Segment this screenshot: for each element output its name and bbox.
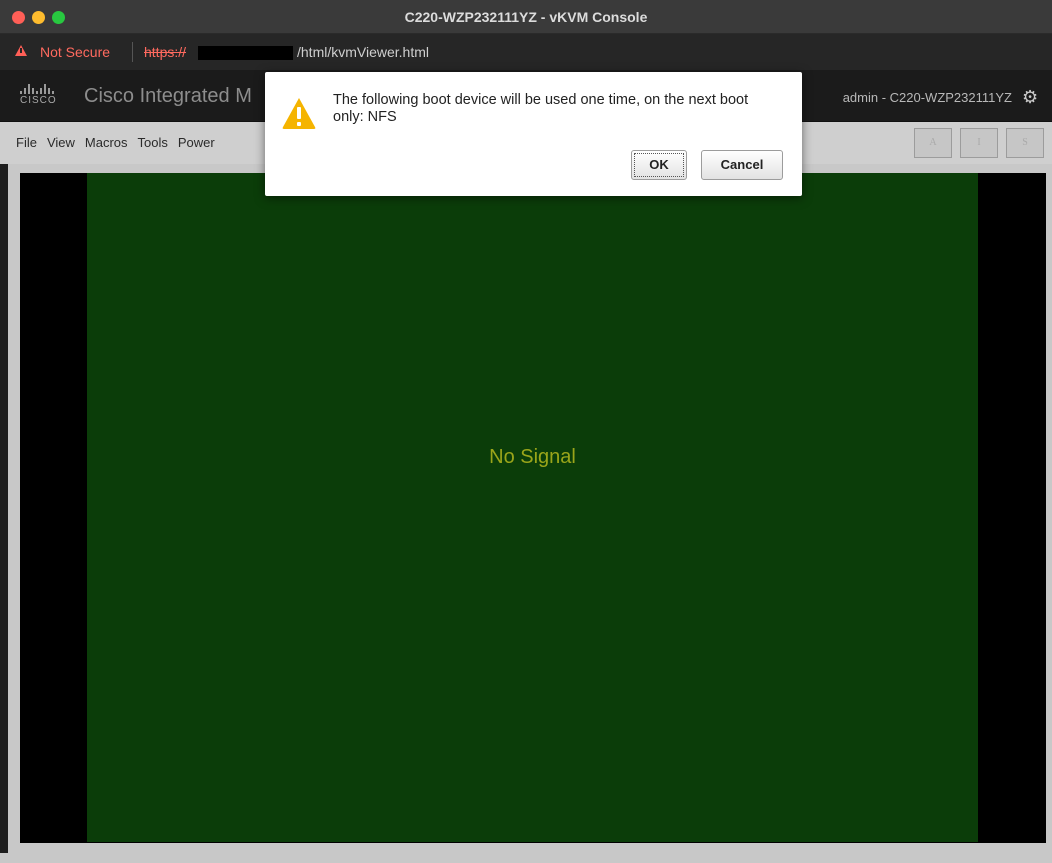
warning-icon: [282, 98, 316, 129]
indicator-a[interactable]: A: [914, 128, 952, 158]
bottom-strip: [0, 853, 1052, 863]
gear-icon[interactable]: ⚙: [1022, 88, 1040, 106]
url-path: /html/kvmViewer.html: [297, 44, 429, 60]
indicator-i[interactable]: I: [960, 128, 998, 158]
menu-tools[interactable]: Tools: [138, 135, 168, 150]
indicator-s[interactable]: S: [1006, 128, 1044, 158]
cancel-button[interactable]: Cancel: [701, 150, 783, 180]
menu-items: File View Macros Tools Power: [16, 135, 215, 150]
redacted-host: [198, 46, 293, 60]
user-label: admin - C220-WZP232111YZ: [842, 90, 1012, 105]
address-bar[interactable]: Not Secure https:// /html/kvmViewer.html: [0, 34, 1052, 70]
cisco-logo-word: CISCO: [20, 95, 57, 106]
address-separator: [132, 42, 133, 62]
cisco-logo-bars: [20, 84, 66, 94]
dialog-message: The following boot device will be used o…: [333, 92, 749, 125]
menu-file[interactable]: File: [16, 135, 37, 150]
keyboard-indicators: A I S: [914, 128, 1044, 158]
console-screen[interactable]: No Signal: [87, 173, 978, 842]
boot-device-dialog: The following boot device will be used o…: [265, 72, 802, 196]
cisco-logo: CISCO: [20, 84, 66, 108]
window-titlebar: C220-WZP232111YZ - vKVM Console: [0, 0, 1052, 34]
menu-macros[interactable]: Macros: [85, 135, 128, 150]
menu-view[interactable]: View: [47, 135, 75, 150]
app-title: Cisco Integrated M: [84, 85, 252, 107]
no-signal-text: No Signal: [489, 446, 576, 468]
ok-button[interactable]: OK: [631, 150, 687, 180]
menu-power[interactable]: Power: [178, 135, 215, 150]
not-secure-label[interactable]: Not Secure: [40, 44, 110, 60]
not-secure-warning-icon: [15, 45, 27, 56]
url-protocol: https://: [144, 44, 187, 60]
window-title: C220-WZP232111YZ - vKVM Console: [404, 9, 648, 25]
